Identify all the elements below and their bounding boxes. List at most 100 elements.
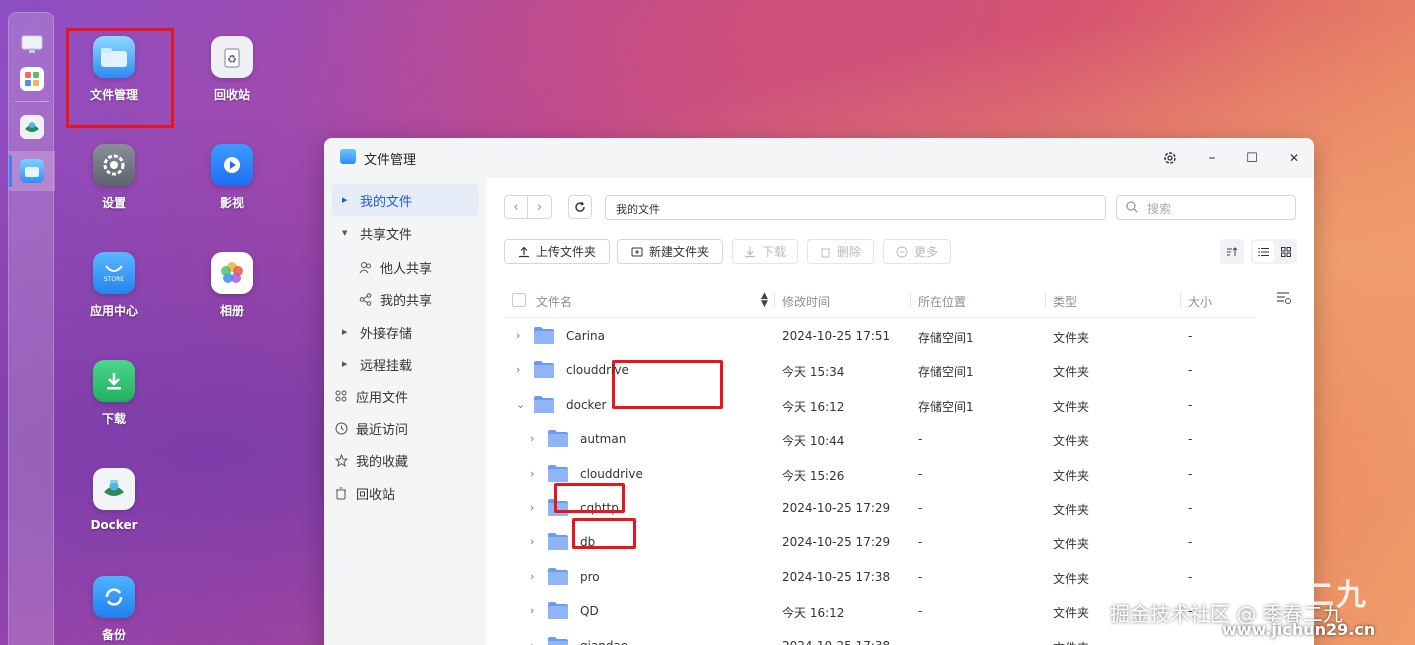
grid-view-icon[interactable] — [1275, 241, 1296, 262]
upload-icon — [518, 246, 530, 258]
select-all-checkbox[interactable] — [512, 293, 526, 307]
desktop-icon-recycle-bin[interactable]: ♻ 回收站 — [184, 36, 280, 103]
maximize-button[interactable]: ☐ — [1242, 148, 1262, 168]
column-header-modified[interactable]: 修改时间 — [782, 293, 830, 310]
file-size: - — [1188, 466, 1193, 481]
sidebar-item-recycle-bin[interactable]: 回收站 — [332, 477, 479, 509]
table-row[interactable]: › Carina 2024-10-25 17:51 存储空间1 文件夹 - — [504, 319, 1256, 353]
docker-dock-icon[interactable] — [20, 115, 44, 139]
chevron-right-icon[interactable]: › — [530, 604, 540, 617]
sidebar-item-label: 外接存储 — [360, 326, 413, 342]
modified-time: 2024-10-25 17:51 — [782, 329, 891, 343]
folder-icon — [534, 327, 554, 344]
sidebar-item-label: 最近访问 — [356, 422, 409, 438]
table-row[interactable]: › pro 2024-10-25 17:38 - 文件夹 - — [504, 560, 1256, 594]
back-button[interactable]: ‹ — [504, 195, 528, 219]
close-button[interactable]: ✕ — [1284, 148, 1304, 168]
sidebar-item-recent[interactable]: 最近访问 — [332, 412, 479, 444]
settings-gear-icon — [93, 144, 135, 186]
sidebar-item-external-storage[interactable]: ▶ 外接存储 — [332, 316, 479, 348]
file-name: docker — [566, 397, 607, 412]
path-breadcrumb[interactable]: 我的文件 — [605, 195, 1106, 220]
forward-button[interactable]: › — [528, 195, 552, 219]
download-label: 下载 — [761, 245, 786, 259]
chevron-right-icon[interactable]: › — [530, 570, 540, 583]
file-type: 文件夹 — [1053, 606, 1090, 621]
sort-arrows-icon[interactable]: ▲ ▼ — [761, 292, 768, 309]
sort-icon[interactable] — [1220, 239, 1244, 264]
watermark-url: www.jichun29.cn — [1222, 620, 1376, 639]
file-type: 文件夹 — [1053, 468, 1090, 483]
app-grid-icon[interactable] — [20, 67, 44, 91]
highlight-box-docker — [554, 483, 625, 513]
chevron-right-icon[interactable]: › — [530, 432, 540, 445]
sidebar-item-label: 我的收藏 — [356, 454, 409, 470]
desktop-icon-docker[interactable]: Docker — [66, 468, 162, 532]
more-button[interactable]: 更多 — [883, 239, 951, 264]
desktop-icon-photos[interactable]: 相册 — [184, 252, 280, 319]
modified-time: 今天 15:26 — [782, 468, 845, 483]
file-type: 文件夹 — [1053, 331, 1090, 345]
desktop-icon-app-center[interactable]: STORE 应用中心 — [66, 252, 162, 319]
table-row[interactable]: › qiandao 2024-10-25 17:38 - 文件夹 - — [504, 629, 1256, 645]
column-header-location[interactable]: 所在位置 — [918, 293, 966, 310]
delete-button[interactable]: 删除 — [807, 239, 874, 264]
upload-folder-button[interactable]: 上传文件夹 — [504, 239, 610, 264]
chevron-right-icon[interactable]: › — [516, 363, 526, 376]
file-name: Carina — [566, 329, 605, 343]
column-divider — [1045, 292, 1046, 308]
desktop-icon-label: 设置 — [101, 196, 126, 210]
location: 存储空间1 — [918, 331, 974, 345]
download-button[interactable]: 下载 — [732, 239, 798, 264]
sidebar-item-app-files[interactable]: 应用文件 — [332, 380, 479, 412]
chevron-right-icon[interactable]: › — [530, 639, 540, 645]
sidebar-item-favorites[interactable]: 我的收藏 — [332, 444, 479, 476]
table-row[interactable]: ⌄ docker 今天 16:12 存储空间1 文件夹 - — [504, 388, 1256, 422]
chevron-down-icon[interactable]: ⌄ — [516, 398, 526, 411]
gear-icon[interactable] — [1160, 148, 1180, 168]
folder-icon — [548, 464, 568, 482]
chevron-right-icon[interactable]: › — [516, 329, 526, 342]
folder-icon — [548, 602, 568, 620]
clock-icon — [334, 421, 348, 435]
chevron-right-icon[interactable]: › — [530, 535, 540, 548]
refresh-icon[interactable] — [568, 195, 592, 219]
star-icon — [334, 453, 348, 467]
new-folder-button[interactable]: 新建文件夹 — [617, 239, 723, 264]
desktop-icon-download[interactable]: 下载 — [66, 360, 162, 427]
sidebar-item-shared-files[interactable]: ▼ 共享文件 — [332, 217, 479, 249]
sidebar-item-my-shares[interactable]: 我的共享 — [332, 283, 479, 315]
sidebar-item-label: 远程挂载 — [360, 358, 413, 374]
desktop-icon-video[interactable]: 影视 — [184, 144, 280, 211]
column-settings-icon[interactable] — [1276, 291, 1292, 309]
table-row[interactable]: › autman 今天 10:44 - 文件夹 - — [504, 422, 1256, 456]
desktop-icon-backup[interactable]: 备份 — [66, 576, 162, 643]
trash-icon — [334, 486, 348, 500]
folder-icon — [548, 636, 568, 645]
column-header-type[interactable]: 类型 — [1053, 293, 1077, 310]
folder-icon — [534, 395, 554, 413]
list-view-icon[interactable] — [1253, 241, 1274, 262]
search-icon — [1126, 201, 1138, 217]
sidebar-item-others-shared[interactable]: 他人共享 — [332, 251, 479, 283]
sidebar-item-remote-mount[interactable]: ▶ 远程挂载 — [332, 348, 479, 380]
apps-grid-icon — [334, 389, 348, 403]
column-header-name[interactable]: 文件名 — [536, 293, 572, 310]
table-row[interactable]: › clouddrive 今天 15:34 存储空间1 文件夹 - — [504, 353, 1256, 387]
desktop-icon-label: 下载 — [101, 412, 126, 426]
file-name: QD — [580, 604, 599, 619]
sidebar-item-my-files[interactable]: ▶ 我的文件 — [332, 184, 479, 216]
chevron-right-icon[interactable]: › — [530, 467, 540, 480]
chevron-right-icon[interactable]: › — [530, 501, 540, 514]
desktop-icon-settings[interactable]: 设置 — [66, 144, 162, 211]
column-header-size[interactable]: 大小 — [1188, 293, 1212, 310]
minimize-button[interactable]: – — [1202, 148, 1222, 168]
file-manager-dock-icon[interactable] — [20, 159, 44, 183]
file-size: - — [1188, 397, 1193, 412]
trash-icon — [820, 246, 831, 258]
sidebar-item-label: 我的文件 — [360, 194, 413, 210]
file-type: 文件夹 — [1053, 434, 1090, 449]
search-input[interactable]: 搜索 — [1116, 195, 1296, 220]
monitor-icon[interactable] — [20, 33, 44, 57]
location: - — [918, 604, 923, 619]
